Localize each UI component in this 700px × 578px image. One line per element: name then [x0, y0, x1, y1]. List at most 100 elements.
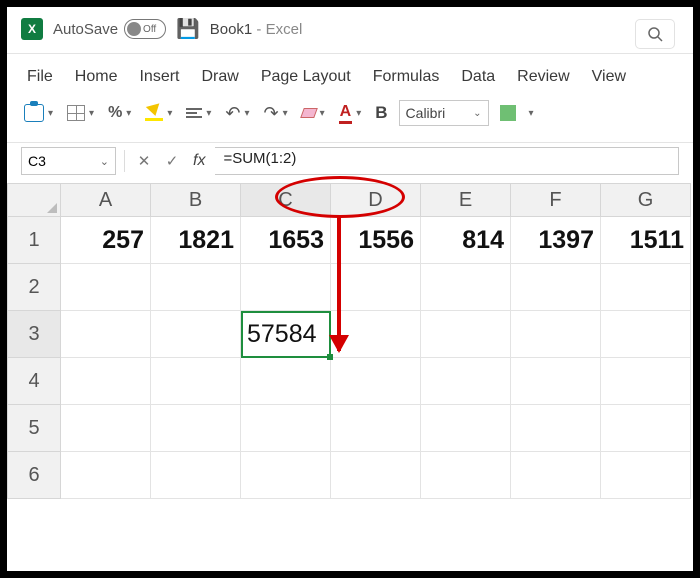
cell-B2[interactable]	[151, 264, 241, 311]
doc-name: Book1	[210, 21, 253, 38]
cell-C2[interactable]	[241, 264, 331, 311]
cell-C5[interactable]	[241, 405, 331, 452]
cell-D4[interactable]	[331, 358, 421, 405]
row-5: 5	[7, 405, 693, 452]
cell-D5[interactable]	[331, 405, 421, 452]
bold-button[interactable]: B	[372, 101, 390, 125]
tab-review[interactable]: Review	[517, 68, 569, 86]
redo-icon: ↷	[264, 103, 279, 124]
save-icon[interactable]: 💾	[176, 17, 200, 41]
cell-C6[interactable]	[241, 452, 331, 499]
paste-button[interactable]: ▾	[21, 102, 56, 124]
cell-E5[interactable]	[421, 405, 511, 452]
cell-G4[interactable]	[601, 358, 691, 405]
tab-view[interactable]: View	[592, 68, 626, 86]
row-6: 6	[7, 452, 693, 499]
cell-G5[interactable]	[601, 405, 691, 452]
tab-home[interactable]: Home	[75, 68, 118, 86]
cell-B3[interactable]	[151, 311, 241, 358]
col-header-F[interactable]: F	[511, 183, 601, 217]
cell-fill-button[interactable]	[497, 103, 519, 123]
percent-icon: %	[108, 104, 122, 122]
tab-formulas[interactable]: Formulas	[373, 68, 440, 86]
cell-D2[interactable]	[331, 264, 421, 311]
format-table-button[interactable]: ▾	[64, 103, 97, 123]
accept-formula-button[interactable]: ✓	[161, 152, 183, 170]
tab-page-layout[interactable]: Page Layout	[261, 68, 351, 86]
font-color-button[interactable]: A▾	[336, 101, 365, 126]
cell-F2[interactable]	[511, 264, 601, 311]
clear-button[interactable]: ▾	[299, 106, 328, 121]
clipboard-icon	[24, 104, 44, 122]
cell-G6[interactable]	[601, 452, 691, 499]
percent-button[interactable]: %▾	[105, 102, 134, 124]
fill-color-button[interactable]: ▾	[142, 103, 175, 123]
cell-A4[interactable]	[61, 358, 151, 405]
cell-E3[interactable]	[421, 311, 511, 358]
cell-G1[interactable]: 1511	[601, 217, 691, 264]
name-box[interactable]: C3 ⌄	[21, 147, 116, 175]
col-header-D[interactable]: D	[331, 183, 421, 217]
align-button[interactable]: ▾	[183, 106, 214, 121]
fx-label[interactable]: fx	[193, 152, 205, 170]
cell-B1[interactable]: 1821	[151, 217, 241, 264]
row-header-6[interactable]: 6	[7, 452, 61, 499]
app-name: - Excel	[252, 21, 302, 38]
tab-data[interactable]: Data	[461, 68, 495, 86]
undo-icon: ↶	[225, 103, 240, 124]
row-header-5[interactable]: 5	[7, 405, 61, 452]
row-header-3[interactable]: 3	[7, 311, 61, 358]
search-button[interactable]	[635, 19, 675, 49]
cancel-formula-button[interactable]: ✕	[133, 152, 155, 170]
cell-A2[interactable]	[61, 264, 151, 311]
cell-F5[interactable]	[511, 405, 601, 452]
col-header-E[interactable]: E	[421, 183, 511, 217]
tab-draw[interactable]: Draw	[201, 68, 238, 86]
tab-insert[interactable]: Insert	[139, 68, 179, 86]
col-header-C[interactable]: C	[241, 183, 331, 217]
table-icon	[67, 105, 85, 121]
cell-D6[interactable]	[331, 452, 421, 499]
cell-E6[interactable]	[421, 452, 511, 499]
cell-E1[interactable]: 814	[421, 217, 511, 264]
cell-C3[interactable]: 57584	[241, 311, 331, 358]
cell-G3[interactable]	[601, 311, 691, 358]
row-3: 3 57584	[7, 311, 693, 358]
x-icon: ✕	[138, 153, 151, 170]
col-header-B[interactable]: B	[151, 183, 241, 217]
col-header-G[interactable]: G	[601, 183, 691, 217]
row-header-4[interactable]: 4	[7, 358, 61, 405]
font-color-icon: A	[339, 103, 353, 124]
font-family-value: Calibri	[406, 105, 446, 121]
row-header-2[interactable]: 2	[7, 264, 61, 311]
cell-F3[interactable]	[511, 311, 601, 358]
autosave-toggle[interactable]: AutoSave Off	[53, 19, 166, 39]
ribbon-overflow-icon[interactable]: ▾	[529, 108, 534, 119]
select-all-corner[interactable]	[7, 183, 61, 217]
col-header-A[interactable]: A	[61, 183, 151, 217]
cell-A6[interactable]	[61, 452, 151, 499]
cell-B6[interactable]	[151, 452, 241, 499]
tab-file[interactable]: File	[27, 68, 53, 86]
cell-C1[interactable]: 1653	[241, 217, 331, 264]
cell-A5[interactable]	[61, 405, 151, 452]
cell-B5[interactable]	[151, 405, 241, 452]
redo-button[interactable]: ↷▾	[261, 101, 291, 126]
font-family-select[interactable]: Calibri⌄	[399, 100, 489, 126]
cell-C4[interactable]	[241, 358, 331, 405]
undo-button[interactable]: ↶▾	[222, 101, 252, 126]
cell-F1[interactable]: 1397	[511, 217, 601, 264]
autosave-switch[interactable]: Off	[124, 19, 166, 39]
cell-E4[interactable]	[421, 358, 511, 405]
cell-F4[interactable]	[511, 358, 601, 405]
cell-D1[interactable]: 1556	[331, 217, 421, 264]
row-header-1[interactable]: 1	[7, 217, 61, 264]
cell-E2[interactable]	[421, 264, 511, 311]
cell-G2[interactable]	[601, 264, 691, 311]
cell-F6[interactable]	[511, 452, 601, 499]
cell-D3[interactable]	[331, 311, 421, 358]
cell-A3[interactable]	[61, 311, 151, 358]
formula-input[interactable]: =SUM(1:2)	[215, 147, 679, 175]
cell-A1[interactable]: 257	[61, 217, 151, 264]
cell-B4[interactable]	[151, 358, 241, 405]
